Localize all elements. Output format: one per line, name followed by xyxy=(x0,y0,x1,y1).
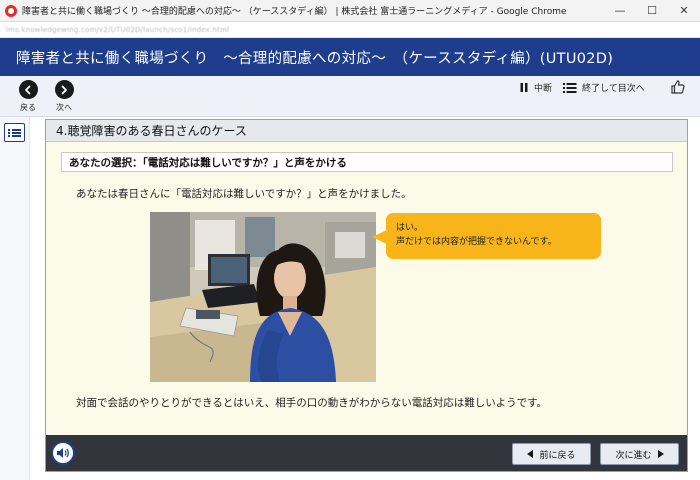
triangle-left-icon xyxy=(527,450,534,458)
like-button[interactable] xyxy=(670,79,686,99)
back-label: 戻る xyxy=(20,103,36,112)
outro-text: 対面で会話のやりとりができるとはいえ、相手の口の動きがわからない電話対応は難しい… xyxy=(76,397,548,409)
address-url: lms.knowledgewing.com/v2/UTU02D/launch/s… xyxy=(6,25,230,34)
window-title: 障害者と共に働く職場づくり ～合理的配慮への対応～ （ケーススタディ編） | 株… xyxy=(22,7,567,17)
choice-banner: あなたの選択：「電話対応は難しいですか？」と声をかける xyxy=(61,152,673,172)
toc-menu-icon xyxy=(563,82,577,93)
window-titlebar: 障害者と共に働く職場づくり ～合理的配慮への対応～ （ケーススタディ編） | 株… xyxy=(0,0,700,22)
course-header: 障害者と共に働く職場づくり ～合理的配慮への対応～ （ケーススタディ編）(UTU… xyxy=(0,38,700,76)
pause-label: 中断 xyxy=(534,84,553,94)
back-arrow-icon xyxy=(18,80,38,99)
left-rail xyxy=(0,117,30,480)
course-title: 障害者と共に働く職場づくり ～合理的配慮への対応～ （ケーススタディ編）(UTU… xyxy=(16,50,614,67)
lesson-body: あなたの選択：「電話対応は難しいですか？」と声をかける あなたは春日さんに「電話… xyxy=(46,142,687,435)
window-controls: — ☐ ✕ xyxy=(604,0,700,22)
prev-page-button[interactable]: 前に戻る xyxy=(512,443,591,465)
close-button[interactable]: ✕ xyxy=(668,0,700,22)
end-to-toc-button[interactable]: 終了して目次へ xyxy=(563,81,645,94)
bubble-line-1: はい。 xyxy=(396,223,424,233)
next-arrow-icon xyxy=(54,80,74,99)
speech-bubble: はい。 声だけでは内容が把握できないんです。 xyxy=(372,213,601,259)
intro-text: あなたは春日さんに「電話対応は難しいですか？」と声をかけました。 xyxy=(76,188,412,200)
menu-list-icon xyxy=(8,128,21,138)
speaker-icon xyxy=(57,448,69,458)
prev-page-label: 前に戻る xyxy=(539,450,576,461)
bubble-line-2: 声だけでは内容が把握できないんです。 xyxy=(396,237,557,247)
next-page-button[interactable]: 次に進む xyxy=(600,443,679,465)
frame-footer: 前に戻る 次に進む xyxy=(46,435,687,471)
next-label: 次へ xyxy=(56,103,72,112)
triangle-right-icon xyxy=(657,450,664,458)
office-photo xyxy=(150,212,376,382)
app-icon xyxy=(5,4,17,17)
sound-button[interactable] xyxy=(51,441,75,465)
menu-list-button[interactable] xyxy=(4,123,25,142)
content-frame: 4.聴覚障害のある春日さんのケース あなたの選択：「電話対応は難しいですか？」と… xyxy=(45,119,688,472)
next-button[interactable]: 次へ xyxy=(49,80,79,113)
pause-button[interactable]: 中断 xyxy=(519,81,552,94)
minimize-button[interactable]: — xyxy=(604,0,636,22)
next-page-label: 次に進む xyxy=(615,450,652,461)
section-title: 4.聴覚障害のある春日さんのケース xyxy=(46,120,687,142)
end-label: 終了して目次へ xyxy=(582,84,645,94)
maximize-button[interactable]: ☐ xyxy=(636,0,668,22)
address-bar[interactable]: lms.knowledgewing.com/v2/UTU02D/launch/s… xyxy=(0,22,700,38)
back-button[interactable]: 戻る xyxy=(13,80,43,113)
course-toolbar: 戻る 次へ 中断 終了して目次へ xyxy=(0,76,700,117)
thumbs-up-icon xyxy=(671,80,685,94)
pause-icon xyxy=(520,83,528,92)
